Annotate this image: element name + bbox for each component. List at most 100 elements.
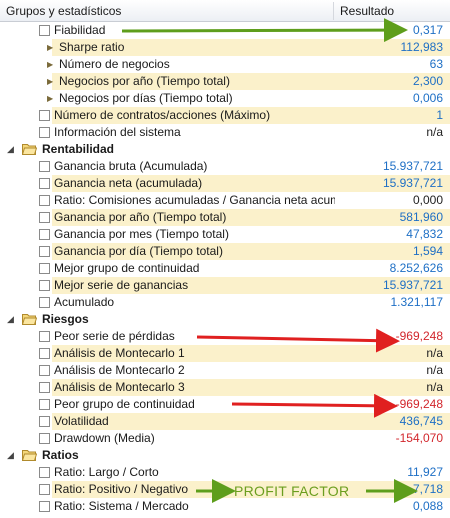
open-folder-icon: [22, 314, 37, 325]
stat-row[interactable]: Ganancia bruta (Acumulada) 15.937,721: [0, 158, 450, 175]
bullet-triangle-icon: ▶: [47, 43, 54, 52]
stat-label: Acumulado: [54, 295, 115, 309]
stat-label: Negocios por año (Tiempo total): [59, 74, 230, 88]
group-row[interactable]: ◢ Riesgos: [0, 311, 450, 328]
stat-row[interactable]: Drawdown (Media) -154,070: [0, 430, 450, 447]
group-row[interactable]: ◢ Ratios: [0, 447, 450, 464]
statistics-tree: Fiabilidad 0,317 ▶ Sharpe ratio 112,983 ▶ Núme…: [0, 22, 450, 515]
stat-label: Ganancia bruta (Acumulada): [54, 159, 208, 173]
stat-row[interactable]: ▶ Negocios por días (Tiempo total) 0,006: [0, 90, 450, 107]
group-row[interactable]: ◢ Rentabilidad: [0, 141, 450, 158]
stat-value: 0,006: [412, 91, 443, 105]
stat-label: Mejor grupo de continuidad: [54, 261, 200, 275]
stat-value: 2,300: [412, 74, 443, 88]
checkbox[interactable]: [39, 484, 50, 495]
checkbox[interactable]: [39, 127, 50, 138]
stat-row[interactable]: Ganancia por año (Tiempo total) 581,960: [0, 209, 450, 226]
column-header-result[interactable]: Resultado: [340, 4, 394, 18]
stat-row[interactable]: Ganancia por mes (Tiempo total) 47,832: [0, 226, 450, 243]
checkbox[interactable]: [39, 365, 50, 376]
checkbox[interactable]: [39, 348, 50, 359]
stat-row[interactable]: ▶ Negocios por año (Tiempo total) 2,300: [0, 73, 450, 90]
profit-factor-annotation: PROFIT FACTOR: [234, 483, 350, 499]
stat-value: 0,000: [412, 193, 443, 207]
stat-row[interactable]: Ganancia neta (acumulada) 15.937,721: [0, 175, 450, 192]
stat-row[interactable]: ▶ Sharpe ratio 112,983: [0, 39, 450, 56]
stat-row[interactable]: Fiabilidad 0,317: [0, 22, 450, 39]
stat-row[interactable]: Peor serie de pérdidas -969,248: [0, 328, 450, 345]
stat-row[interactable]: Acumulado 1.321,117: [0, 294, 450, 311]
stat-row[interactable]: Mejor serie de ganancias 15.937,721: [0, 277, 450, 294]
collapse-triangle-icon[interactable]: ◢: [7, 141, 14, 158]
group-label: Riesgos: [42, 312, 89, 326]
bullet-triangle-icon: ▶: [47, 60, 54, 69]
stat-label: Ganancia por día (Tiempo total): [54, 244, 223, 258]
stat-row[interactable]: Peor grupo de continuidad -969,248: [0, 396, 450, 413]
checkbox[interactable]: [39, 195, 50, 206]
stat-row[interactable]: Análisis de Montecarlo 3 n/a: [0, 379, 450, 396]
checkbox[interactable]: [39, 178, 50, 189]
checkbox[interactable]: [39, 263, 50, 274]
checkbox[interactable]: [39, 501, 50, 512]
stat-row[interactable]: Ratio: Positivo / Negativo 7,718: [0, 481, 450, 498]
stat-row[interactable]: Información del sistema n/a: [0, 124, 450, 141]
stat-value: 0,088: [412, 499, 443, 513]
checkbox[interactable]: [39, 297, 50, 308]
stat-value: 11,927: [407, 465, 443, 479]
stat-value: -154,070: [395, 431, 443, 445]
stat-label: Sharpe ratio: [59, 40, 125, 54]
column-separator[interactable]: [333, 2, 334, 20]
checkbox[interactable]: [39, 416, 50, 427]
checkbox[interactable]: [39, 246, 50, 257]
checkbox[interactable]: [39, 212, 50, 223]
table-header: Grupos y estadísticos Resultado: [0, 0, 450, 22]
checkbox[interactable]: [39, 433, 50, 444]
stat-label: Ratio: Sistema / Mercado: [54, 499, 189, 513]
stat-label: Peor grupo de continuidad: [54, 397, 195, 411]
stat-value: 0,317: [412, 23, 443, 37]
stat-value: n/a: [426, 380, 443, 394]
checkbox[interactable]: [39, 399, 50, 410]
checkbox[interactable]: [39, 25, 50, 36]
stat-label: Número de contratos/acciones (Máximo): [54, 108, 271, 122]
stat-row[interactable]: Análisis de Montecarlo 2 n/a: [0, 362, 450, 379]
collapse-triangle-icon[interactable]: ◢: [7, 311, 14, 328]
stat-label: Fiabilidad: [54, 23, 106, 37]
bullet-triangle-icon: ▶: [47, 77, 54, 86]
stat-label: Análisis de Montecarlo 3: [54, 380, 185, 394]
stat-value: 15.937,721: [382, 278, 443, 292]
collapse-triangle-icon[interactable]: ◢: [7, 447, 14, 464]
stat-row[interactable]: Ratio: Largo / Corto 11,927: [0, 464, 450, 481]
stat-label: Ganancia neta (acumulada): [54, 176, 203, 190]
stat-value: 8.252,626: [389, 261, 443, 275]
stat-value: n/a: [426, 363, 443, 377]
stat-row[interactable]: Ratio: Comisiones acumuladas / Ganancia …: [0, 192, 450, 209]
stat-value: 15.937,721: [382, 159, 443, 173]
stat-row[interactable]: Análisis de Montecarlo 1 n/a: [0, 345, 450, 362]
stat-label: Negocios por días (Tiempo total): [59, 91, 233, 105]
open-folder-icon: [22, 144, 37, 155]
stat-row[interactable]: Ratio: Sistema / Mercado 0,088: [0, 498, 450, 515]
checkbox[interactable]: [39, 161, 50, 172]
stat-value: 15.937,721: [382, 176, 443, 190]
stat-value: 63: [429, 57, 443, 71]
stat-value: 581,960: [399, 210, 443, 224]
bullet-triangle-icon: ▶: [47, 94, 54, 103]
stat-label: Análisis de Montecarlo 2: [54, 363, 185, 377]
checkbox[interactable]: [39, 280, 50, 291]
checkbox[interactable]: [39, 467, 50, 478]
stat-label: Mejor serie de ganancias: [54, 278, 189, 292]
stat-label: Ganancia por mes (Tiempo total): [54, 227, 229, 241]
stat-row[interactable]: Número de contratos/acciones (Máximo) 1: [0, 107, 450, 124]
checkbox[interactable]: [39, 229, 50, 240]
stat-row[interactable]: Ganancia por día (Tiempo total) 1,594: [0, 243, 450, 260]
stat-label: Drawdown (Media): [54, 431, 155, 445]
checkbox[interactable]: [39, 110, 50, 121]
stat-row[interactable]: Mejor grupo de continuidad 8.252,626: [0, 260, 450, 277]
checkbox[interactable]: [39, 331, 50, 342]
stat-row[interactable]: ▶ Número de negocios 63: [0, 56, 450, 73]
stat-row[interactable]: Volatilidad 436,745: [0, 413, 450, 430]
stat-value: 112,983: [400, 40, 444, 54]
column-header-name[interactable]: Grupos y estadísticos: [6, 4, 121, 18]
checkbox[interactable]: [39, 382, 50, 393]
